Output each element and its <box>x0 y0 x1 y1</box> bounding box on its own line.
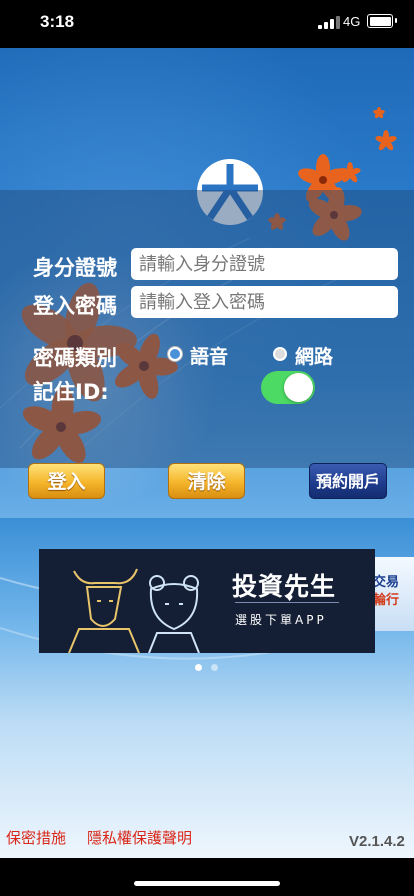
clear-button[interactable]: 清除 <box>168 463 245 499</box>
status-bar: 3:18 4G <box>0 0 414 48</box>
login-form-panel <box>0 190 414 468</box>
heart-icon: ♥ <box>286 594 294 603</box>
id-label: 身分證號 <box>33 256 117 280</box>
banner-subtitle: 選股下單APP <box>235 613 327 627</box>
battery-icon <box>367 14 397 28</box>
book-account-button[interactable]: 預約開戶 <box>309 463 387 499</box>
password-input[interactable] <box>131 286 398 318</box>
flower-icon <box>375 130 397 151</box>
login-button[interactable]: 登入 <box>28 463 105 499</box>
web-radio[interactable] <box>273 347 287 361</box>
toggle-knob <box>284 373 313 402</box>
home-indicator[interactable] <box>134 881 280 886</box>
flower-icon <box>373 107 385 119</box>
bull-bear-icon <box>68 568 200 653</box>
remember-id-toggle[interactable] <box>261 371 315 404</box>
id-input[interactable] <box>131 248 398 280</box>
banner-title: 投資先生 <box>232 572 337 601</box>
carousel-dot[interactable] <box>211 664 218 671</box>
carousel-dot-active[interactable] <box>195 664 202 671</box>
voice-radio[interactable] <box>168 347 182 361</box>
version-label: V2.1.4.2 <box>349 833 405 850</box>
privacy-link[interactable]: 隱私權保護聲明 <box>87 827 192 848</box>
voice-radio-label[interactable]: 語音 <box>190 342 228 369</box>
side-card-line2: 輪行 <box>375 593 400 608</box>
side-card-line1: 交易 <box>375 575 400 590</box>
network-type: 4G <box>343 14 361 29</box>
flower-icon <box>339 162 361 183</box>
remember-id-label: 記住ID: <box>33 380 109 404</box>
password-type-label: 密碼類別 <box>33 346 117 370</box>
web-radio-label[interactable]: 網路 <box>295 342 333 369</box>
security-link[interactable]: 保密措施 <box>6 827 66 848</box>
home-bar-area <box>0 858 414 896</box>
signal-icon <box>318 15 340 29</box>
promo-banner[interactable]: 投資先生 ♥ 選股下單APP <box>39 549 375 653</box>
status-time: 3:18 <box>40 12 75 31</box>
side-promo-card[interactable]: 交易 輪行 <box>375 557 414 631</box>
password-label: 登入密碼 <box>33 294 117 318</box>
